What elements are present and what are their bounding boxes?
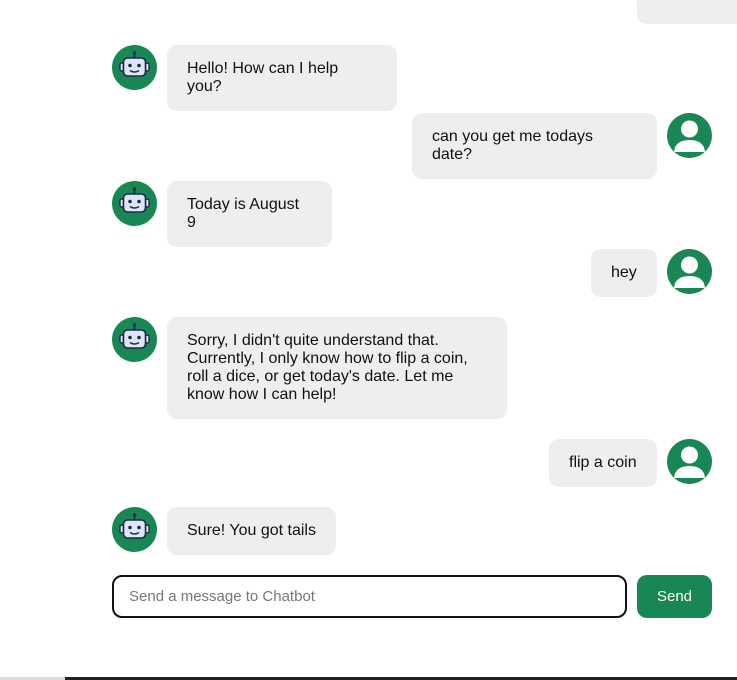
robot-icon	[112, 507, 157, 552]
user-icon	[667, 249, 712, 294]
message-bubble: Hello! How can I help you?	[167, 45, 397, 111]
bot-message: Sure! You got tails	[112, 507, 712, 555]
message-composer: Send	[112, 575, 712, 618]
bot-message: Today is August 9	[112, 181, 712, 247]
user-message: can you get me todays date?	[112, 113, 712, 179]
bot-message: Sorry, I didn't quite understand that. C…	[112, 317, 712, 419]
robot-icon	[112, 45, 157, 90]
user-message: flip a coin	[112, 439, 712, 487]
robot-icon	[112, 317, 157, 362]
message-bubble: can you get me todays date?	[412, 113, 657, 179]
user-icon	[667, 439, 712, 484]
robot-icon	[112, 181, 157, 226]
message-bubble: flip a coin	[549, 439, 657, 487]
message-bubble: Today is August 9	[167, 181, 332, 247]
user-icon	[667, 113, 712, 158]
chat-messages: Hello! How can I help you? can you get m…	[112, 0, 737, 560]
message-bubble: hey	[591, 249, 657, 297]
chat-bubble-partial	[637, 0, 737, 24]
message-bubble: Sure! You got tails	[167, 507, 336, 555]
message-bubble: Sorry, I didn't quite understand that. C…	[167, 317, 507, 419]
message-input[interactable]	[112, 575, 627, 618]
send-button[interactable]: Send	[637, 575, 712, 618]
user-message: hey	[112, 249, 712, 297]
bot-message: Hello! How can I help you?	[112, 45, 712, 111]
